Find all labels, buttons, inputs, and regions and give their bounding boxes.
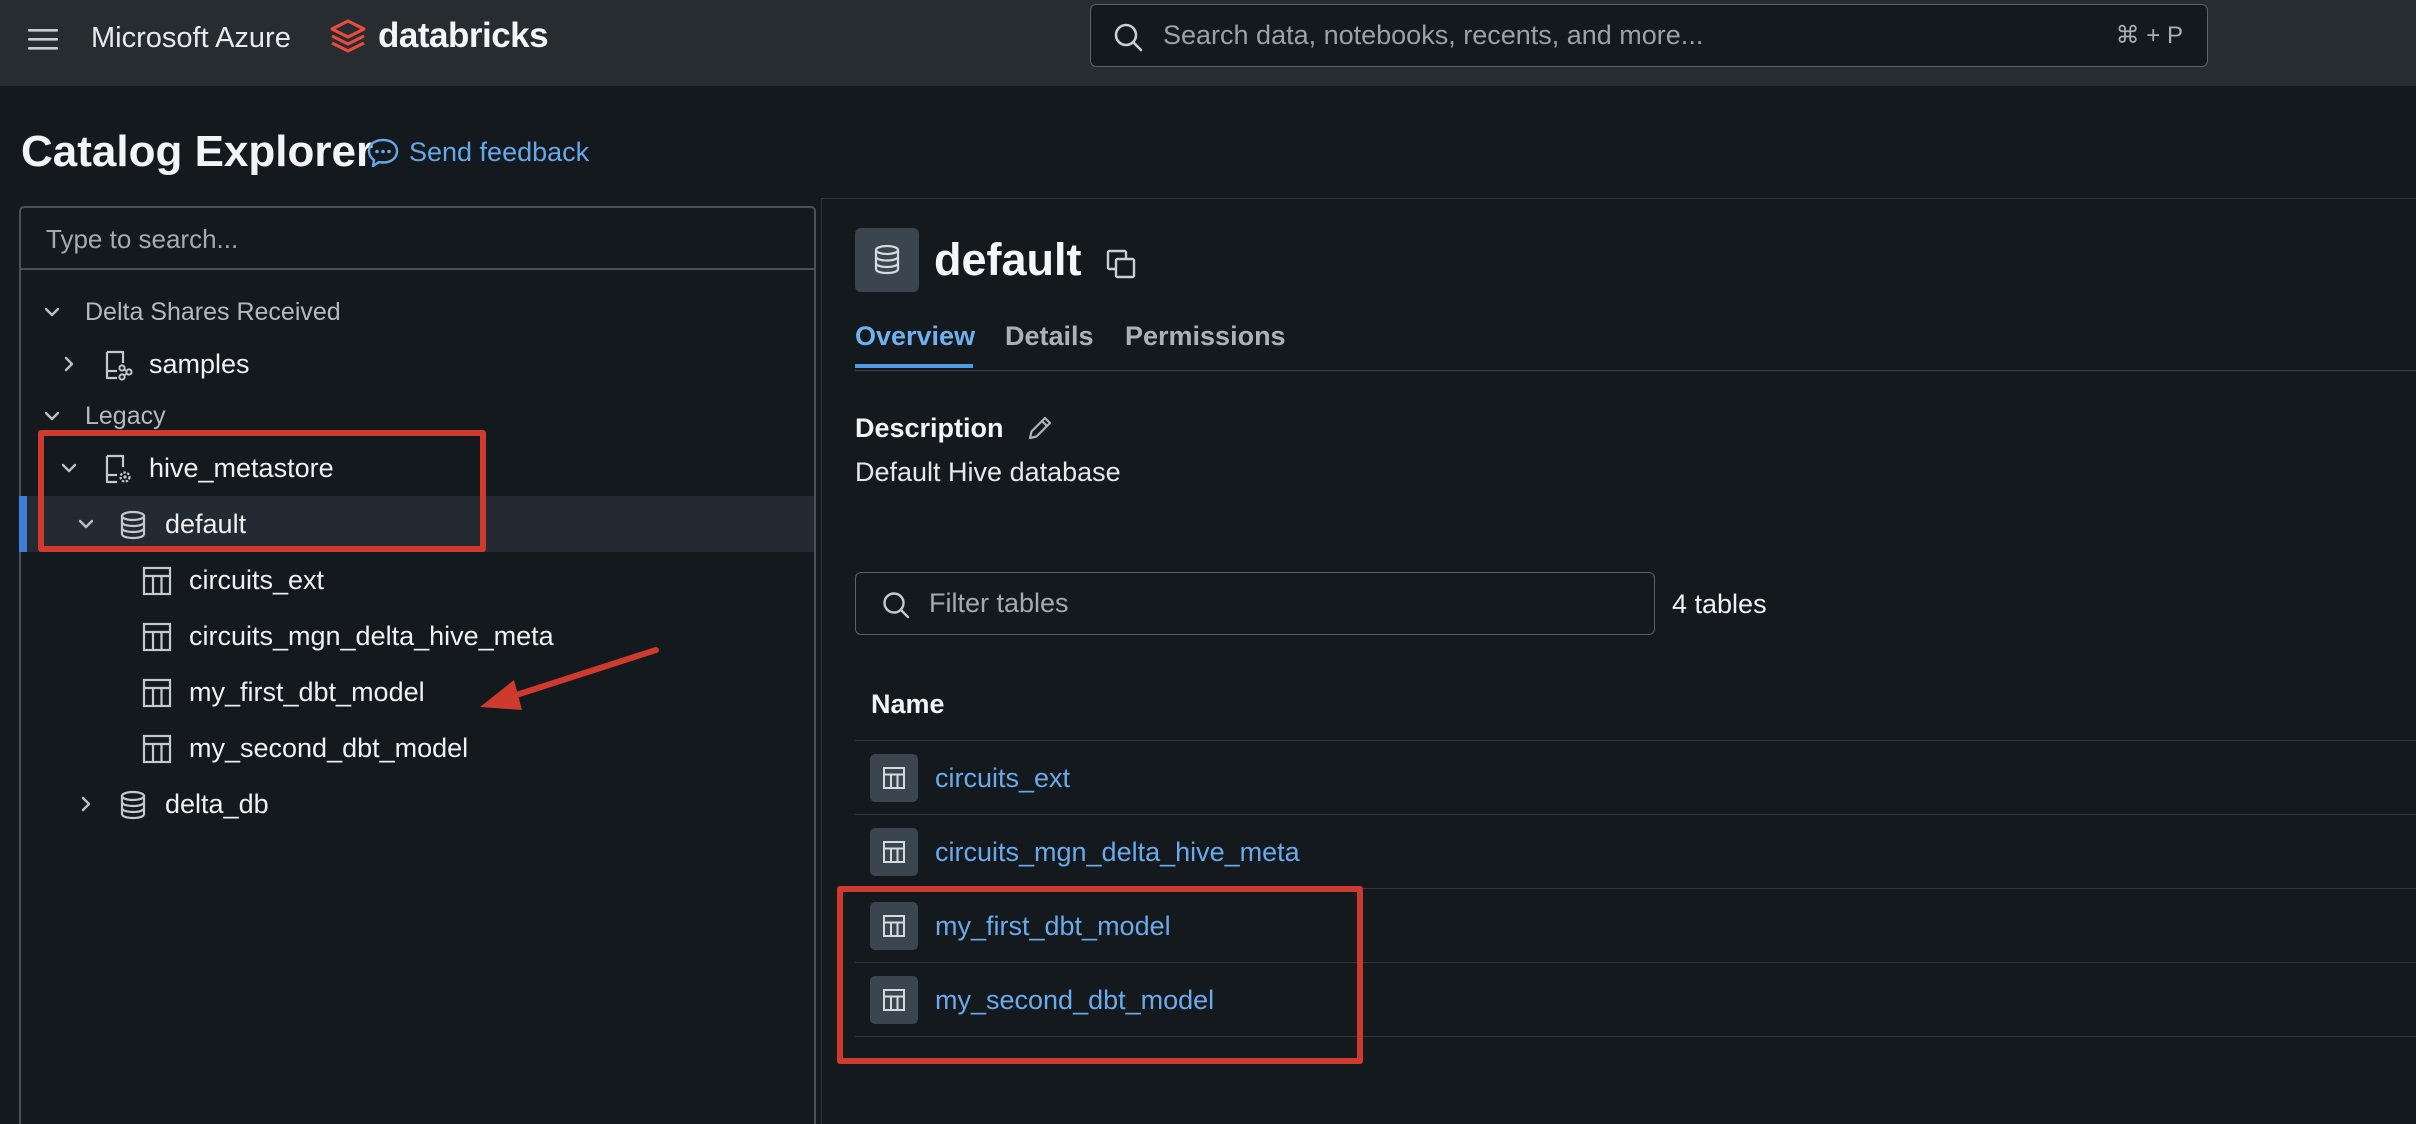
top-bar: Microsoft Azure databricks Search data, … [0,0,2416,86]
tab-permissions[interactable]: Permissions [1125,316,1286,356]
selection-indicator [19,496,27,552]
annotation-highlight-tree [38,430,486,552]
tree-section-label: Delta Shares Received [85,298,341,326]
table-icon-badge [870,828,918,876]
tree-section-delta-shares[interactable]: Delta Shares Received [21,284,814,340]
tree-item-label: samples [149,349,250,379]
chevron-down-icon[interactable] [41,301,63,323]
global-search-input[interactable]: Search data, notebooks, recents, and mor… [1090,4,2208,67]
tree-item-label: delta_db [165,789,269,819]
table-link[interactable]: circuits_mgn_delta_hive_meta [935,815,1300,889]
tree-item-samples[interactable]: samples [21,336,814,392]
table-count: 4 tables [1672,589,1767,619]
search-placeholder: Search data, notebooks, recents, and mor… [1163,20,1704,50]
filter-tables-input[interactable]: Filter tables [855,572,1655,635]
tree-search-placeholder: Type to search... [46,224,239,254]
cloud-provider-name: Microsoft Azure [91,22,291,54]
tab-details[interactable]: Details [1005,316,1094,356]
search-shortcut-hint: ⌘ + P [2115,22,2183,49]
pencil-edit-icon[interactable] [1025,413,1055,443]
annotation-arrow-icon [480,647,659,710]
table-icon [142,566,172,596]
databricks-logo-icon[interactable] [330,18,366,56]
filter-placeholder: Filter tables [929,588,1069,618]
active-tab-indicator [855,364,973,368]
tree-item-table[interactable]: circuits_ext [21,552,814,608]
copy-icon[interactable] [1105,248,1137,280]
tree-item-label: my_second_dbt_model [189,733,469,763]
databricks-wordmark[interactable]: databricks [378,14,549,58]
hamburger-menu-icon[interactable] [26,22,60,56]
tree-search-input[interactable]: Type to search... [21,208,814,270]
speech-bubble-icon [367,138,399,168]
tree-item-label: my_first_dbt_model [189,677,425,707]
chevron-right-icon[interactable] [58,353,80,375]
schema-icon-badge [855,228,919,292]
table-icon-badge [870,754,918,802]
pane-top-border [821,198,2416,199]
pane-divider[interactable] [821,198,822,1124]
chevron-right-icon[interactable] [75,793,97,815]
column-header-name[interactable]: Name [871,685,945,723]
search-icon [1113,22,1143,52]
database-icon [874,244,900,275]
tree-item-label: circuits_ext [189,565,325,595]
table-icon [142,622,172,652]
shared-catalog-icon [105,350,133,381]
page-title: Catalog Explorer [21,127,374,176]
schema-title: default [934,234,1082,285]
database-icon [120,790,146,820]
table-row: circuits_mgn_delta_hive_meta [855,815,2416,889]
tab-overview[interactable]: Overview [855,316,975,356]
table-row: circuits_ext [855,741,2416,815]
table-icon [142,678,172,708]
tree-item-table[interactable]: my_second_dbt_model [21,720,814,776]
send-feedback-label: Send feedback [409,137,590,167]
search-icon [883,592,910,619]
table-link[interactable]: circuits_ext [935,741,1070,815]
tree-item-table[interactable]: my_first_dbt_model [21,664,814,720]
annotation-highlight-tables [837,886,1363,1064]
tabs-divider [855,370,2416,371]
table-icon [142,734,172,764]
tree-item-delta-db[interactable]: delta_db [21,776,814,832]
description-text: Default Hive database [855,457,1121,487]
chevron-down-icon[interactable] [41,405,63,427]
description-heading: Description [855,413,1004,443]
tree-item-table[interactable]: circuits_mgn_delta_hive_meta [21,608,814,664]
table-icon [883,767,905,789]
table-icon [883,841,905,863]
